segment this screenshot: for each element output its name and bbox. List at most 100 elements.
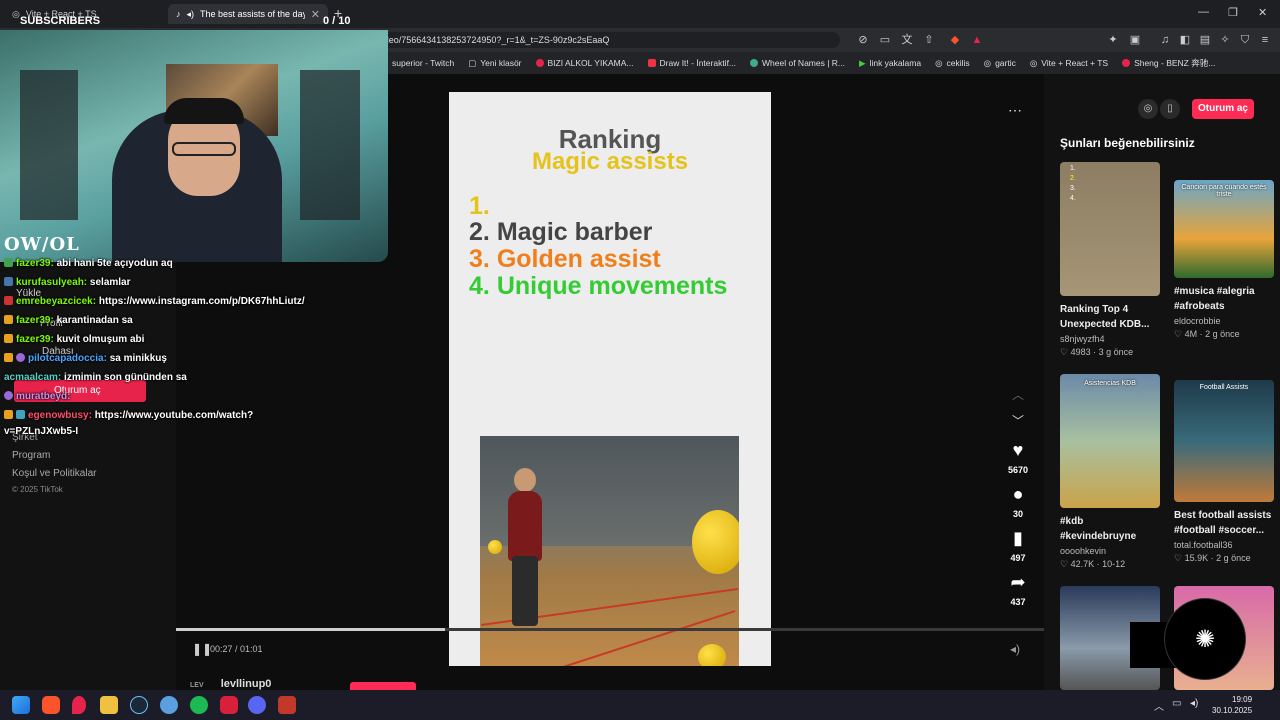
- brave-browser-icon[interactable]: [42, 696, 60, 714]
- extensions-icon[interactable]: ✦: [1106, 33, 1120, 47]
- close-tab-icon[interactable]: ✕: [311, 8, 320, 21]
- card-author[interactable]: oooohkevin: [1060, 546, 1162, 556]
- video-thumbnail[interactable]: 1. 2. 3. 4.: [1060, 162, 1160, 296]
- file-explorer-icon[interactable]: [100, 696, 118, 714]
- share-arrow-icon[interactable]: ➦: [998, 572, 1038, 593]
- bookmark-item[interactable]: ◎ cekilis: [935, 58, 970, 69]
- eye-off-icon[interactable]: ⊘: [856, 33, 870, 47]
- chat-badge-icon: [4, 353, 13, 362]
- comment-icon[interactable]: ●: [998, 484, 1038, 505]
- maps-pin-icon[interactable]: [72, 696, 86, 714]
- video-progress-bar[interactable]: [176, 628, 1044, 631]
- discord-icon[interactable]: [248, 696, 266, 714]
- maximize-icon[interactable]: ❐: [1228, 6, 1238, 19]
- copyright: © 2025 TikTok: [12, 485, 63, 494]
- wallet-icon[interactable]: ▤: [1198, 33, 1212, 47]
- chevron-down-icon[interactable]: ﹀: [1012, 412, 1024, 429]
- bookmark-icon[interactable]: ▮: [998, 528, 1038, 549]
- player-head: [514, 468, 536, 492]
- bookmark-favicon-icon: [535, 59, 544, 67]
- app-icon[interactable]: [278, 696, 296, 714]
- nav-terms[interactable]: Koşul ve Politikalar: [12, 468, 96, 479]
- tab-tiktok-video[interactable]: ♪ ◂) The best assists of the day #v... ✕: [168, 4, 328, 24]
- nav-program[interactable]: Program: [12, 450, 50, 461]
- bookmark-item[interactable]: ▶ link yakalama: [859, 58, 921, 69]
- like-action[interactable]: ♥ 5670: [998, 440, 1038, 475]
- tray-chevron-icon[interactable]: ︿: [1154, 698, 1164, 713]
- video-thumbnail[interactable]: Cancion para cuando estés triste: [1174, 180, 1274, 278]
- vpn-icon[interactable]: ⛉: [1238, 33, 1252, 47]
- rank-text: Golden assist: [496, 245, 661, 273]
- brave-rewards-icon[interactable]: ▲: [970, 33, 984, 47]
- screen-icon[interactable]: ▭: [878, 33, 892, 47]
- card-author[interactable]: s8njwyzfh4: [1060, 334, 1162, 344]
- phone-icon[interactable]: ▯: [1160, 99, 1180, 119]
- screenshot-icon[interactable]: ▣: [1128, 33, 1142, 47]
- video-thumbnail[interactable]: Football Assists: [1174, 380, 1274, 502]
- share-icon[interactable]: ⇧: [922, 33, 936, 47]
- rank-text: Unique movements: [496, 272, 728, 300]
- windows-taskbar: ︿ ▭ ◂) 19:09 30.10.2025: [0, 690, 1280, 720]
- bookmark-item[interactable]: Sheng - BENZ 奔驰...: [1122, 57, 1215, 69]
- minimize-icon[interactable]: —: [1198, 6, 1209, 18]
- more-options-icon[interactable]: ⋯: [1008, 102, 1022, 119]
- chat-badge-icon: [4, 334, 13, 343]
- video-frame[interactable]: Ranking Magic assists 1. 2. Magic barber…: [449, 92, 771, 666]
- bookmark-item[interactable]: ◎ Vite + React + TS: [1030, 58, 1108, 69]
- recommended-video-card[interactable]: Asistencias KDB #kdb #kevindebruyne oooo…: [1060, 374, 1162, 570]
- author-name[interactable]: levllinup0: [221, 678, 272, 690]
- system-clock[interactable]: 19:09 30.10.2025: [1212, 694, 1252, 716]
- chat-message: muratbeyd:: [4, 391, 70, 402]
- chat-badge-icon: [4, 391, 13, 400]
- recommended-video-card[interactable]: Football Assists Best football assists #…: [1174, 374, 1276, 564]
- close-window-icon[interactable]: ✕: [1258, 6, 1267, 19]
- share-count: 437: [1010, 597, 1026, 607]
- bookmark-item[interactable]: ▢ Yeni klasör: [468, 58, 521, 69]
- compass-icon[interactable]: ◎: [1138, 99, 1158, 119]
- spotify-icon[interactable]: [190, 696, 208, 714]
- chat-badge-icon: [4, 296, 13, 305]
- leo-icon[interactable]: ✧: [1218, 33, 1232, 47]
- volume-icon[interactable]: ◂): [1010, 642, 1020, 656]
- chat-user: fazer39:: [16, 258, 54, 269]
- comment-action[interactable]: ● 30: [998, 484, 1038, 519]
- video-thumbnail[interactable]: Asistencias KDB: [1060, 374, 1160, 508]
- heart-icon[interactable]: ♥: [998, 440, 1038, 461]
- tiktok-icon: ♪: [176, 9, 181, 19]
- bookmark-item[interactable]: Wheel of Names | R...: [750, 58, 845, 68]
- brave-shield-icon[interactable]: ◆: [948, 33, 962, 47]
- menu-icon[interactable]: ≡: [1258, 33, 1272, 47]
- login-button[interactable]: Oturum aç: [1192, 99, 1254, 119]
- follow-button[interactable]: [350, 682, 416, 690]
- save-action[interactable]: ▮ 497: [998, 528, 1038, 563]
- chat-text: abi hani 5te açıyodun aq: [56, 258, 173, 269]
- chevron-up-icon[interactable]: ︿: [1012, 386, 1024, 403]
- bookmark-item[interactable]: BIZI ALKOL YIKAMA...: [535, 58, 634, 68]
- folder-icon: ▢: [468, 57, 477, 68]
- chat-text: kuvit olmuşum abi: [56, 334, 145, 345]
- bookmark-item[interactable]: ◎ gartic: [984, 58, 1016, 69]
- save-count: 497: [1010, 553, 1026, 563]
- globe-icon: ◎: [935, 57, 943, 68]
- recommended-video-card[interactable]: Cancion para cuando estés triste #musica…: [1174, 162, 1276, 340]
- bookmark-item[interactable]: superior - Twitch: [392, 58, 454, 68]
- recommendations-heading: Şunları beğenebilirsiniz: [1060, 136, 1195, 150]
- translate-icon[interactable]: 文: [900, 33, 914, 47]
- app-icon[interactable]: [160, 696, 178, 714]
- recommended-video-card[interactable]: 1. 2. 3. 4. Ranking Top 4 Unexpected KDB...…: [1060, 162, 1162, 358]
- bookmark-favicon-icon: [647, 59, 656, 67]
- sidebar-icon[interactable]: ◧: [1178, 33, 1192, 47]
- windows-start-icon[interactable]: [12, 696, 30, 714]
- app-icon[interactable]: [220, 696, 238, 714]
- card-author[interactable]: total.football36: [1174, 540, 1276, 550]
- thumbnail-caption: Cancion para cuando estés triste: [1181, 184, 1267, 198]
- author-row[interactable]: LEV levllinup0: [190, 678, 271, 690]
- bookmark-item[interactable]: Draw It! - İnteraktif...: [647, 58, 736, 68]
- network-icon[interactable]: ▭: [1172, 698, 1181, 709]
- steam-icon[interactable]: [130, 696, 148, 714]
- volume-icon[interactable]: ◂): [1190, 698, 1198, 709]
- card-author[interactable]: eldocrobbie: [1174, 316, 1276, 326]
- chat-message: acmaalcam: izmimin son gününden sa: [4, 372, 187, 383]
- music-icon[interactable]: ♫: [1158, 33, 1172, 47]
- share-action[interactable]: ➦ 437: [998, 572, 1038, 607]
